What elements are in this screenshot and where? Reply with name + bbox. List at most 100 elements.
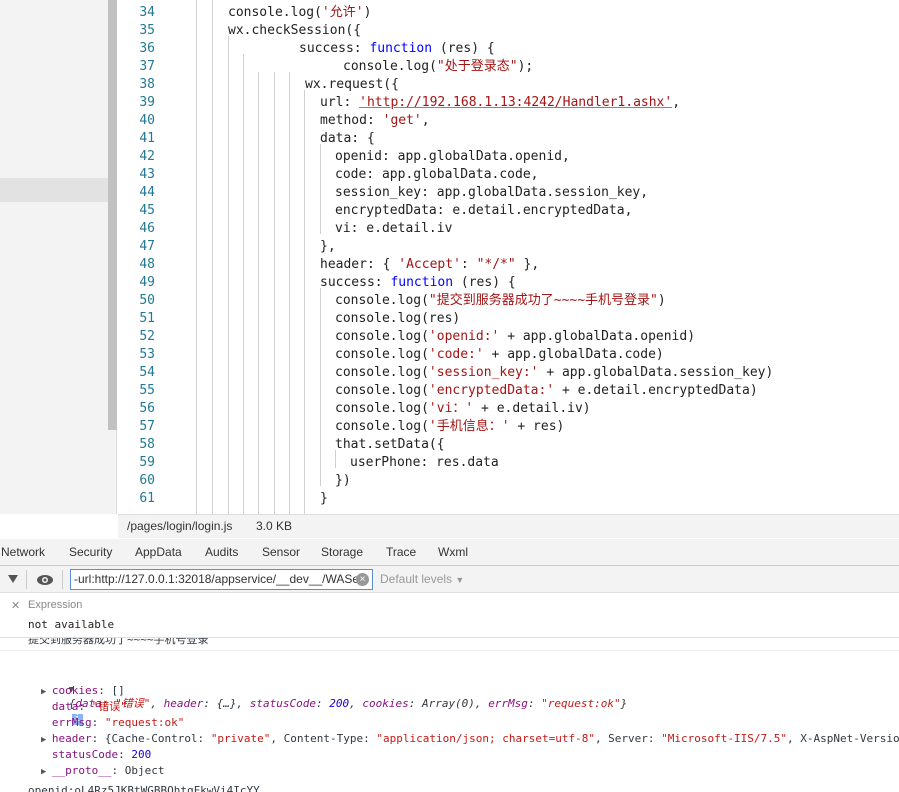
summary-token: "request:ok" bbox=[541, 697, 621, 710]
file-tree-selected-row[interactable] bbox=[0, 178, 108, 202]
code-text: }, bbox=[320, 238, 336, 256]
remove-expression-icon[interactable]: ✕ bbox=[11, 599, 20, 612]
code-line[interactable]: 35 wx.checkSession({ bbox=[118, 22, 899, 40]
code-line[interactable]: 37 console.log("处于登录态"); bbox=[118, 58, 899, 76]
console-filter-input[interactable]: -url:http://127.0.0.1:32018/appservice/_… bbox=[70, 569, 373, 590]
code-text: that.setData({ bbox=[335, 436, 445, 454]
code-token: that.setData({ bbox=[335, 437, 445, 452]
tab-sensor[interactable]: Sensor bbox=[262, 545, 300, 559]
expression-value: not available bbox=[28, 618, 115, 631]
expand-triangle-icon[interactable]: ▶ bbox=[41, 735, 52, 745]
code-line[interactable]: 53 console.log('code:' + app.globalData.c… bbox=[118, 346, 899, 364]
code-text: console.log('encryptedData:' + e.detail.… bbox=[335, 382, 758, 400]
summary-token: } bbox=[620, 697, 628, 710]
context-dropdown-icon[interactable] bbox=[8, 575, 18, 584]
line-number: 56 bbox=[139, 401, 155, 416]
property-key: cookies bbox=[51, 684, 99, 697]
object-property-row: data: "错误" bbox=[41, 700, 127, 715]
line-number: 41 bbox=[139, 131, 155, 146]
code-line[interactable]: 60}) bbox=[118, 472, 899, 490]
object-property-row[interactable]: ▶ cookies: [] bbox=[41, 684, 125, 699]
object-property-row[interactable]: ▶ __proto__: Object bbox=[41, 764, 164, 779]
code-line[interactable]: 34 console.log('允许') bbox=[118, 4, 899, 22]
code-token: }) bbox=[335, 473, 351, 488]
code-line[interactable]: 45 encryptedData: e.detail.encryptedData, bbox=[118, 202, 899, 220]
code-line[interactable]: 44 session_key: app.globalData.session_ke… bbox=[118, 184, 899, 202]
code-line[interactable]: 49 success: function (res) { bbox=[118, 274, 899, 292]
code-line[interactable]: 57 console.log('手机信息：' + res) bbox=[118, 418, 899, 436]
tab-wxml[interactable]: Wxml bbox=[438, 545, 468, 559]
code-token: 'openid:' bbox=[428, 329, 500, 344]
code-line[interactable]: 41 data: { bbox=[118, 130, 899, 148]
property-colon: : bbox=[78, 700, 92, 713]
code-token: console.log( bbox=[343, 59, 437, 74]
tab-trace[interactable]: Trace bbox=[386, 545, 416, 559]
tab-network[interactable]: Network bbox=[1, 545, 45, 559]
code-line[interactable]: 47}, bbox=[118, 238, 899, 256]
code-text: console.log('session_key:' + app.globalD… bbox=[335, 364, 773, 382]
property-value: "request:ok" bbox=[104, 716, 185, 729]
code-line[interactable]: 46 vi: e.detail.iv bbox=[118, 220, 899, 238]
summary-token: : Array(0), bbox=[408, 697, 489, 710]
code-line[interactable]: 52 console.log('openid:' + app.globalData… bbox=[118, 328, 899, 346]
code-text: wx.checkSession({ bbox=[228, 22, 361, 40]
expression-label: Expression bbox=[28, 599, 83, 611]
line-number: 55 bbox=[139, 383, 155, 398]
code-line[interactable]: 36 success: function (res) { bbox=[118, 40, 899, 58]
code-token: } bbox=[320, 491, 328, 506]
property-colon: : bbox=[111, 764, 125, 777]
eye-icon[interactable] bbox=[36, 574, 54, 586]
code-line[interactable]: 42 openid: app.globalData.openid, bbox=[118, 148, 899, 166]
code-text: session_key: app.globalData.session_key, bbox=[335, 184, 648, 202]
code-line[interactable]: 56 console.log('vi：' + e.detail.iv) bbox=[118, 400, 899, 418]
property-value: , Content-Type: bbox=[270, 732, 377, 745]
code-token: console.log( bbox=[335, 347, 429, 362]
code-line[interactable]: 58 that.setData({ bbox=[118, 436, 899, 454]
code-line[interactable]: 43 code: app.globalData.code, bbox=[118, 166, 899, 184]
filter-text: -url:http://127.0.0.1:32018/appservice/_… bbox=[74, 572, 364, 586]
code-token: + e.detail.iv) bbox=[473, 401, 591, 416]
code-token: : bbox=[460, 257, 477, 272]
line-number: 45 bbox=[139, 203, 155, 218]
line-number: 37 bbox=[139, 59, 155, 74]
expand-triangle-icon[interactable]: ▶ bbox=[41, 687, 52, 697]
code-token: ) bbox=[657, 293, 666, 308]
tab-storage[interactable]: Storage bbox=[321, 545, 363, 559]
line-number: 51 bbox=[139, 311, 155, 326]
tab-appdata[interactable]: AppData bbox=[135, 545, 182, 559]
code-token: "处于登录态" bbox=[436, 59, 518, 74]
toolbar-divider bbox=[26, 570, 27, 589]
line-number: 47 bbox=[139, 239, 155, 254]
code-line[interactable]: 50 console.log("提交到服务器成功了~~~~手机号登录") bbox=[118, 292, 899, 310]
clear-filter-icon[interactable]: × bbox=[356, 573, 369, 586]
code-line[interactable]: 61} bbox=[118, 490, 899, 508]
line-number: 39 bbox=[139, 95, 155, 110]
code-text: code: app.globalData.code, bbox=[335, 166, 539, 184]
code-token: }, bbox=[515, 257, 540, 272]
code-editor[interactable]: 34 console.log('允许') 35 wx.checkSession({36… bbox=[118, 0, 899, 514]
expand-triangle-icon[interactable]: ▶ bbox=[41, 767, 52, 777]
expand-triangle-icon bbox=[41, 719, 52, 729]
code-token: vi: e.detail.iv bbox=[335, 221, 453, 236]
tab-security[interactable]: Security bbox=[69, 545, 112, 559]
code-line[interactable]: 55 console.log('encryptedData:' + e.detai… bbox=[118, 382, 899, 400]
code-line[interactable]: 59 userPhone: res.data bbox=[118, 454, 899, 472]
code-line[interactable]: 38 wx.request({ bbox=[118, 76, 899, 94]
devtools-tab-bar: Network Security AppData Audits Sensor S… bbox=[0, 539, 899, 566]
code-line[interactable]: 54 console.log('session_key:' + app.globa… bbox=[118, 364, 899, 382]
summary-token: : bbox=[315, 697, 330, 710]
code-text: console.log("提交到服务器成功了~~~~手机号登录") bbox=[335, 292, 666, 310]
code-line[interactable]: 39 url: 'http://192.168.1.13:4242/Handler… bbox=[118, 94, 899, 112]
property-value: "错误" bbox=[91, 700, 127, 713]
code-line[interactable]: 48 header: { 'Accept': "*/*" }, bbox=[118, 256, 899, 274]
code-token: url: bbox=[320, 95, 360, 110]
log-levels-dropdown[interactable]: Default levels ▼ bbox=[380, 572, 464, 586]
tab-audits[interactable]: Audits bbox=[205, 545, 238, 559]
code-line[interactable]: 51 console.log(res) bbox=[118, 310, 899, 328]
file-tree-scrollbar[interactable] bbox=[108, 0, 117, 430]
code-text: console.log('openid:' + app.globalData.o… bbox=[335, 328, 695, 346]
object-property-row[interactable]: ▶ header: {Cache-Control: "private", Con… bbox=[41, 732, 899, 747]
line-number: 48 bbox=[139, 257, 155, 272]
console-log-line-partial: 提交到服务器成功了~~~~手机号登录 bbox=[28, 638, 209, 646]
code-line[interactable]: 40 method: 'get', bbox=[118, 112, 899, 130]
